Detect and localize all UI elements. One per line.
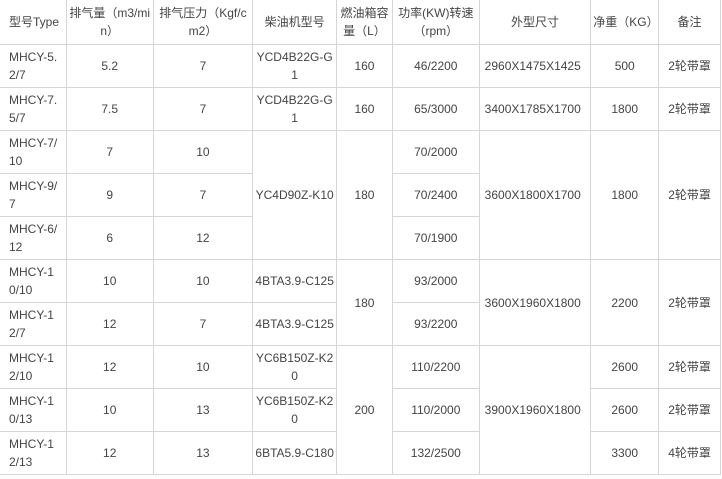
cell-engine: 6BTA5.9-C180 <box>252 431 338 475</box>
cell-pressure: 10 <box>152 130 254 174</box>
cell-flow: 9 <box>65 173 154 217</box>
cell-engine: 4BTA3.9-C125 <box>252 302 338 346</box>
cell-weight: 1800 <box>590 87 660 131</box>
cell-note: 4轮带罩 <box>658 431 721 475</box>
cell-flow: 7 <box>65 130 154 174</box>
cell-flow: 12 <box>65 345 154 389</box>
header-weight: 净重（KG） <box>590 0 660 45</box>
cell-power: 110/2200 <box>391 345 480 389</box>
spec-table: 型号Type 排气量（m3/min） 排气压力（Kgf/cm2） 柴油机型号 燃… <box>0 0 721 475</box>
cell-engine: YC4D90Z-K10 <box>252 130 338 260</box>
cell-note: 2轮带罩 <box>658 259 721 346</box>
cell-weight: 1800 <box>590 130 660 260</box>
cell-model: MHCY-12/7 <box>0 302 67 346</box>
cell-flow: 7.5 <box>65 87 154 131</box>
cell-tank: 200 <box>336 345 393 475</box>
cell-power: 93/2200 <box>391 302 480 346</box>
cell-note: 2轮带罩 <box>658 130 721 260</box>
cell-weight: 2600 <box>590 345 660 389</box>
cell-weight: 2600 <box>590 388 660 432</box>
cell-power: 110/2000 <box>391 388 480 432</box>
cell-flow: 6 <box>65 216 154 260</box>
header-tank: 燃油箱容量（L） <box>336 0 393 45</box>
cell-model: MHCY-12/10 <box>0 345 67 389</box>
cell-dimensions: 3600X1960X1800 <box>478 259 592 346</box>
cell-model: MHCY-6/12 <box>0 216 67 260</box>
cell-note: 2轮带罩 <box>658 87 721 131</box>
cell-power: 70/1900 <box>391 216 480 260</box>
cell-pressure: 7 <box>152 302 254 346</box>
cell-power: 132/2500 <box>391 431 480 475</box>
cell-dimensions: 3400X1785X1700 <box>478 87 592 131</box>
cell-flow: 12 <box>65 302 154 346</box>
cell-note: 2轮带罩 <box>658 44 721 88</box>
cell-model: MHCY-7.5/7 <box>0 87 67 131</box>
cell-pressure: 13 <box>152 388 254 432</box>
cell-model: MHCY-10/10 <box>0 259 67 303</box>
cell-engine: YC6B150Z-K20 <box>252 345 338 389</box>
cell-pressure: 12 <box>152 216 254 260</box>
cell-power: 46/2200 <box>391 44 480 88</box>
cell-model: MHCY-12/13 <box>0 431 67 475</box>
cell-model: MHCY-9/7 <box>0 173 67 217</box>
cell-dimensions: 3900X1960X1800 <box>478 345 592 475</box>
cell-power: 93/2000 <box>391 259 480 303</box>
cell-tank: 160 <box>336 44 393 88</box>
table-row: MHCY-7.5/7 7.5 7 YCD4B22G-G1 160 65/3000… <box>0 87 721 131</box>
cell-flow: 12 <box>65 431 154 475</box>
cell-pressure: 10 <box>152 345 254 389</box>
cell-engine: YC6B150Z-K20 <box>252 388 338 432</box>
cell-pressure: 7 <box>152 44 254 88</box>
cell-note: 2轮带罩 <box>658 345 721 389</box>
cell-weight: 3300 <box>590 431 660 475</box>
cell-tank: 160 <box>336 87 393 131</box>
cell-pressure: 10 <box>152 259 254 303</box>
cell-pressure: 7 <box>152 87 254 131</box>
header-note: 备注 <box>658 0 721 45</box>
cell-power: 65/3000 <box>391 87 480 131</box>
cell-pressure: 7 <box>152 173 254 217</box>
header-engine: 柴油机型号 <box>252 0 338 45</box>
table-row: MHCY-7/10 7 10 YC4D90Z-K10 180 70/2000 3… <box>0 130 721 260</box>
header-model: 型号Type <box>0 0 67 45</box>
header-dimensions: 外型尺寸 <box>478 0 592 45</box>
header-pressure: 排气压力（Kgf/cm2） <box>152 0 254 45</box>
table-header-row: 型号Type 排气量（m3/min） 排气压力（Kgf/cm2） 柴油机型号 燃… <box>0 0 721 45</box>
cell-model: MHCY-7/10 <box>0 130 67 174</box>
cell-weight: 500 <box>590 44 660 88</box>
cell-model: MHCY-5.2/7 <box>0 44 67 88</box>
cell-tank: 180 <box>336 259 393 346</box>
cell-power: 70/2000 <box>391 130 480 174</box>
cell-dimensions: 3600X1800X1700 <box>478 130 592 260</box>
cell-weight: 2200 <box>590 259 660 346</box>
cell-note: 2轮带罩 <box>658 388 721 432</box>
cell-tank: 180 <box>336 130 393 260</box>
cell-pressure: 13 <box>152 431 254 475</box>
table-row: MHCY-12/10 12 10 YC6B150Z-K20 200 110/22… <box>0 345 721 475</box>
cell-flow: 5.2 <box>65 44 154 88</box>
cell-flow: 10 <box>65 259 154 303</box>
cell-model: MHCY-10/13 <box>0 388 67 432</box>
cell-engine: YCD4B22G-G1 <box>252 44 338 88</box>
cell-engine: YCD4B22G-G1 <box>252 87 338 131</box>
cell-dimensions: 2960X1475X1425 <box>478 44 592 88</box>
cell-flow: 10 <box>65 388 154 432</box>
header-power: 功率(KW)转速（rpm） <box>391 0 480 45</box>
table-row: MHCY-10/10 10 10 4BTA3.9-C125 180 93/200… <box>0 259 721 346</box>
cell-engine: 4BTA3.9-C125 <box>252 259 338 303</box>
table-row: MHCY-5.2/7 5.2 7 YCD4B22G-G1 160 46/2200… <box>0 44 721 88</box>
header-flow: 排气量（m3/min） <box>65 0 154 45</box>
cell-power: 70/2400 <box>391 173 480 217</box>
